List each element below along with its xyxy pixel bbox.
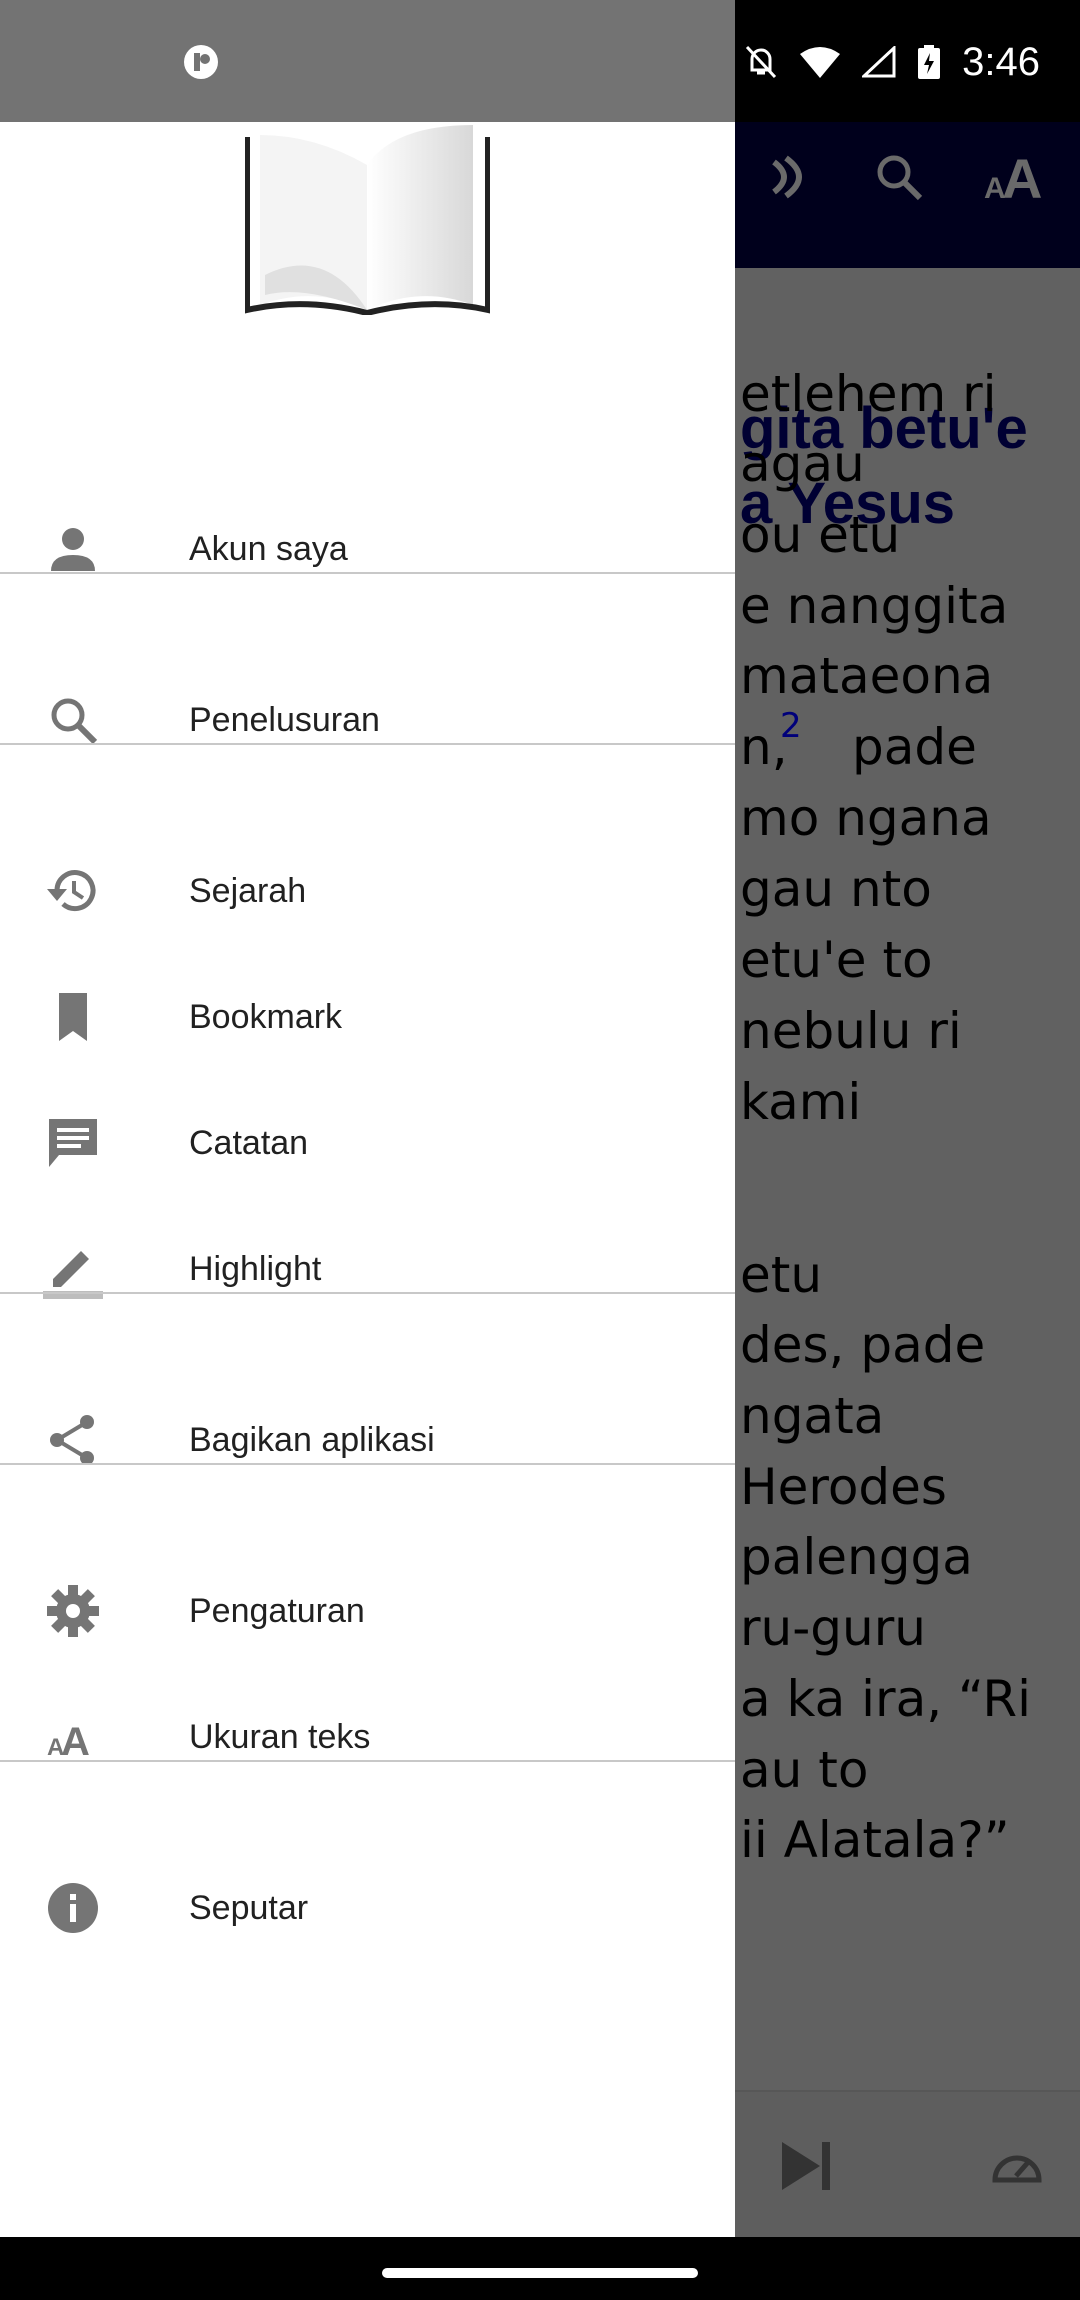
- scripture-line: mataeona: [740, 647, 994, 705]
- scripture-line: palengga: [740, 1528, 973, 1586]
- drawer-item-label: Catatan: [189, 1123, 309, 1162]
- drawer-item-label: Penelusuran: [189, 700, 380, 739]
- svg-text:A: A: [1002, 152, 1042, 202]
- drawer-item-penelusuran[interactable]: Penelusuran: [0, 657, 735, 783]
- drawer-item-seputar[interactable]: Seputar: [0, 1845, 735, 1971]
- drawer-item-pengaturan[interactable]: Pengaturan: [0, 1548, 735, 1674]
- drawer-item-label: Pengaturan: [189, 1591, 365, 1630]
- text-size-icon: AA: [43, 1707, 103, 1767]
- signal-icon: [862, 46, 896, 78]
- drawer-item-sejarah[interactable]: Sejarah: [0, 828, 735, 954]
- scripture-line: pade: [852, 718, 977, 776]
- search-icon[interactable]: [874, 152, 924, 202]
- drawer-item-highlight[interactable]: Highlight: [0, 1206, 735, 1332]
- drawer-item-label: Sejarah: [189, 871, 307, 910]
- scripture-line: e nanggita: [740, 577, 1009, 635]
- drawer-item-label: Ukuran teks: [189, 1717, 371, 1756]
- svg-text:A: A: [61, 1720, 90, 1764]
- home-gesture-handle[interactable]: [382, 2268, 698, 2278]
- drawer-item-label: Seputar: [189, 1888, 309, 1927]
- search-icon: [43, 690, 103, 750]
- status-bar: 3:46: [0, 0, 1080, 122]
- divider: [0, 1463, 735, 1465]
- share-icon: [43, 1410, 103, 1470]
- status-bar-scrim: [0, 0, 735, 122]
- info-icon: [43, 1878, 103, 1938]
- scripture-line: nebulu ri: [740, 1002, 962, 1060]
- verse-number: 2: [780, 706, 802, 746]
- drawer-item-bookmark[interactable]: Bookmark: [0, 954, 735, 1080]
- skip-next-icon[interactable]: [782, 2142, 832, 2190]
- navigation-drawer: Akun saya Penelusuran Sejarah Bookmark Catat…: [0, 122, 735, 2237]
- bookmark-icon: [43, 987, 103, 1047]
- divider: [0, 1760, 735, 1762]
- scripture-line: etu'e to: [740, 931, 933, 989]
- scripture-line: agau: [740, 435, 865, 493]
- drawer-item-catatan[interactable]: Catatan: [0, 1080, 735, 1206]
- scripture-line: etu: [740, 1246, 823, 1304]
- bell-off-icon: [746, 45, 777, 79]
- text-size-icon[interactable]: AA: [984, 152, 1050, 202]
- notes-icon: [43, 1113, 103, 1173]
- clock: 3:46: [962, 39, 1040, 84]
- scripture-line: ou etu: [740, 506, 901, 564]
- highlight-pen-icon: [43, 1239, 103, 1299]
- battery-charging-icon: [918, 45, 941, 79]
- scripture-line: gau nto: [740, 860, 932, 918]
- drawer-item-akun-saya[interactable]: Akun saya: [0, 486, 735, 612]
- drawer-item-label: Bagikan aplikasi: [189, 1420, 435, 1459]
- divider: [0, 572, 735, 574]
- scripture-line: kami: [740, 1073, 862, 1131]
- divider: [0, 743, 735, 745]
- scripture-line: des, pade: [740, 1316, 986, 1374]
- scripture-line: au to: [740, 1741, 869, 1799]
- settings-gear-icon: [43, 1581, 103, 1641]
- open-book-logo: [245, 125, 490, 315]
- history-icon: [43, 861, 103, 921]
- playback-speed-icon[interactable]: [990, 2148, 1044, 2184]
- drawer-item-label: Highlight: [189, 1249, 322, 1288]
- scripture-line: a ka ira, “Ri: [740, 1670, 1032, 1728]
- scripture-line: mo ngana: [740, 789, 992, 847]
- audio-icon[interactable]: [764, 152, 814, 202]
- scripture-line: ii Alatala?”: [740, 1811, 1010, 1869]
- drawer-item-label: Akun saya: [189, 529, 348, 568]
- divider: [0, 1292, 735, 1294]
- scripture-line: etlehem ri: [740, 365, 997, 423]
- drawer-item-ukuran-teks[interactable]: A A Ukuran teks: [0, 1674, 735, 1800]
- account-icon: [43, 519, 103, 579]
- scripture-line: ru-guru: [740, 1599, 926, 1657]
- drawer-item-bagikan-aplikasi[interactable]: Bagikan aplikasi: [0, 1377, 735, 1503]
- scripture-line: ngata: [740, 1387, 885, 1445]
- app-notification-icon: [184, 45, 218, 79]
- scripture-line: Herodes: [740, 1458, 947, 1516]
- wifi-icon: [800, 47, 841, 78]
- drawer-item-label: Bookmark: [189, 997, 343, 1036]
